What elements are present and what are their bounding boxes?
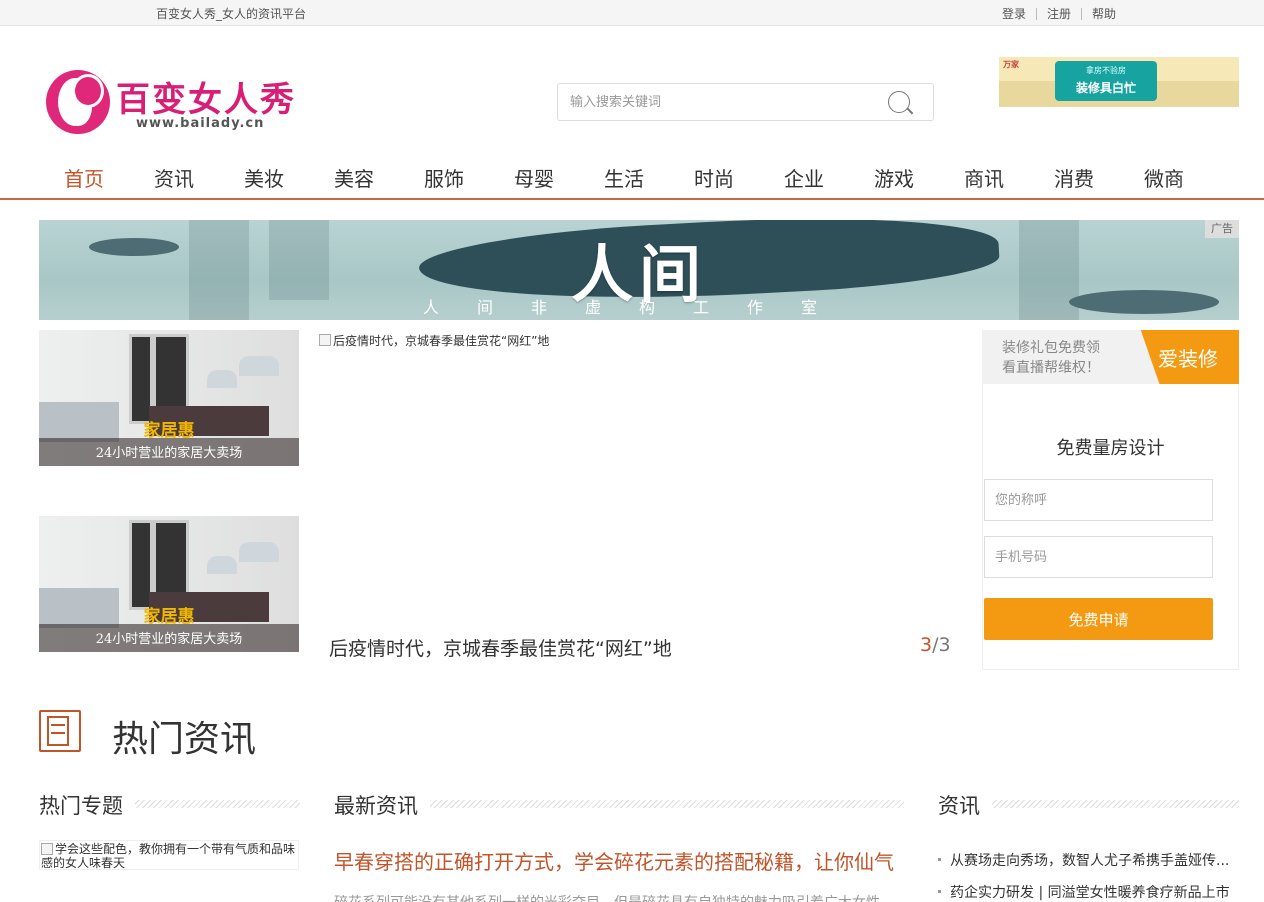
search-box [557,83,934,121]
broken-image-icon [319,334,331,346]
thumb-lamp [207,556,237,574]
topic-image-alt: 学会这些配色，教你拥有一个带有气质和品味感的女人味春天 [41,842,296,870]
ad-badge-main-text: 装修具白忙 [1075,81,1136,95]
search-icon-ring [888,91,910,113]
nav-item-makeup[interactable]: 美妆 [244,163,284,192]
nav-item-consumer[interactable]: 消费 [1054,163,1094,192]
register-link[interactable]: 注册 [1047,5,1071,22]
nav-item-business[interactable]: 企业 [784,163,824,192]
promo-tag: 爱装修 [1140,330,1239,384]
column-title-topics: 热门专题 [39,790,135,820]
slider-image[interactable]: 后疫情时代，京城春季最佳赏花“网红”地 [319,330,949,350]
logo-face-icon [46,70,110,134]
nav-item-home[interactable]: 首页 [64,163,104,192]
nav-item-fashion-wear[interactable]: 服饰 [424,163,464,192]
logo-brand-text: 百变女人秀 [116,80,296,120]
nav-item-news[interactable]: 资讯 [154,163,194,192]
phone-field[interactable] [984,536,1213,578]
ad-corner-logo: 万家 [1003,60,1019,69]
list-item-text: 药企实力研发 | 同溢堂女性暖养食疗新品上市 [950,885,1230,901]
search-icon-handle [906,107,914,115]
promo-text: 装修礼包免费领 看直播帮维权！ [1002,338,1100,378]
promo-thumbnail[interactable]: 家居惠 24小时营业的家居大卖场 [39,330,299,466]
header-ad-banner[interactable]: 万家 拿房不验房 装修具白忙 [999,57,1239,107]
site-tagline: 百变女人秀_女人的资讯平台 [156,7,307,21]
banner-subtitle: 人间非虚构工作室 [422,298,855,317]
thumb-lamp [239,542,279,562]
slider-image-alt: 后疫情时代，京城春季最佳赏花“网红”地 [333,333,550,348]
logo-url-text: www.bailady.cn [136,116,265,131]
form-title: 免费量房设计 [1056,438,1165,459]
nav-item-life[interactable]: 生活 [604,163,644,192]
latest-news-headline[interactable]: 早春穿搭的正确打开方式，学会碎花元素的搭配秘籍，让你仙气 [334,846,894,875]
nav-item-trend[interactable]: 时尚 [694,163,734,192]
news-page-icon-inner [47,716,69,746]
bullet-icon [938,890,941,893]
account-links: 登录 注册 帮助 [1002,5,1116,22]
section-title: 热门资讯 [112,719,257,760]
slider-caption-link[interactable]: 后疫情时代，京城春季最佳赏花“网红”地 [329,634,672,661]
bullet-icon [938,858,941,861]
thumb-caption-subtitle: 24小时营业的家居大卖场 [95,446,243,461]
thumb-lamp [239,356,279,376]
promo-thumbnail[interactable]: 家居惠 24小时营业的家居大卖场 [39,516,299,652]
column-title-news: 资讯 [938,790,992,820]
logo-flower-shape [72,74,104,108]
nav-item-microbusiness[interactable]: 微商 [1144,163,1184,192]
search-input[interactable] [570,92,870,112]
broken-image-icon [41,843,53,855]
nav-item-beauty[interactable]: 美容 [334,163,374,192]
news-page-icon-line [51,724,65,726]
list-item[interactable]: 从赛场走向秀场，数智人尤子希携手盖娅传... [938,850,1229,870]
list-item-text: 从赛场走向秀场，数智人尤子希携手盖娅传... [950,853,1230,869]
slider-current: 3 [920,634,933,656]
login-link[interactable]: 登录 [1002,5,1026,22]
top-bar: 百变女人秀_女人的资讯平台 登录 注册 帮助 [0,0,1264,26]
nav-item-games[interactable]: 游戏 [874,163,914,192]
hatched-divider [990,800,1239,808]
hatched-divider [430,800,904,808]
apply-button[interactable]: 免费申请 [984,598,1213,640]
latest-news-summary: 碎花系列可能没有其他系列一样的光彩夺目，但是碎花具有自独特的魅力吸引着广大女性 [334,892,880,902]
site-logo[interactable]: 百变女人秀 www.bailady.cn [46,68,306,136]
ad-badge-small-text: 拿房不验房 [1086,66,1126,75]
topic-image-link[interactable]: 学会这些配色，教你拥有一个带有气质和品味感的女人味春天 [39,840,299,870]
hero-ad-banner[interactable]: 人间 人间非虚构工作室 广告 [39,220,1239,320]
column-title-latest: 最新资讯 [334,790,430,820]
slider-counter: 3/3 [920,634,951,656]
divider [1036,7,1038,20]
name-field[interactable] [984,479,1213,521]
divider [1081,7,1083,20]
hatched-divider [110,800,300,808]
slider-total: /3 [932,634,951,656]
decoration-promo[interactable]: 装修礼包免费领 看直播帮维权！ 爱装修 [982,330,1239,384]
ad-badge: 拿房不验房 装修具白忙 [1055,61,1157,101]
list-item[interactable]: 药企实力研发 | 同溢堂女性暖养食疗新品上市 [938,882,1230,902]
thumb-caption-title: 家居惠 [143,421,195,441]
promo-line: 看直播帮维权！ [1002,360,1100,376]
promo-line: 装修礼包免费领 [1002,340,1100,356]
ad-label: 广告 [1205,220,1239,238]
news-page-icon-line [51,732,65,734]
nav-item-maternity[interactable]: 母婴 [514,163,554,192]
promo-tag-label: 爱装修 [1158,347,1218,371]
thumb-caption-subtitle: 24小时营业的家居大卖场 [95,632,243,647]
thumb-caption-title: 家居惠 [143,607,195,627]
news-page-icon [39,710,83,754]
help-link[interactable]: 帮助 [1092,5,1116,22]
nav-item-commerce-news[interactable]: 商讯 [964,163,1004,192]
thumb-lamp [207,370,237,388]
main-nav: 首页 资讯 美妆 美容 服饰 母婴 生活 时尚 企业 游戏 商讯 消费 微商 [0,150,1264,200]
search-icon[interactable] [888,91,914,115]
